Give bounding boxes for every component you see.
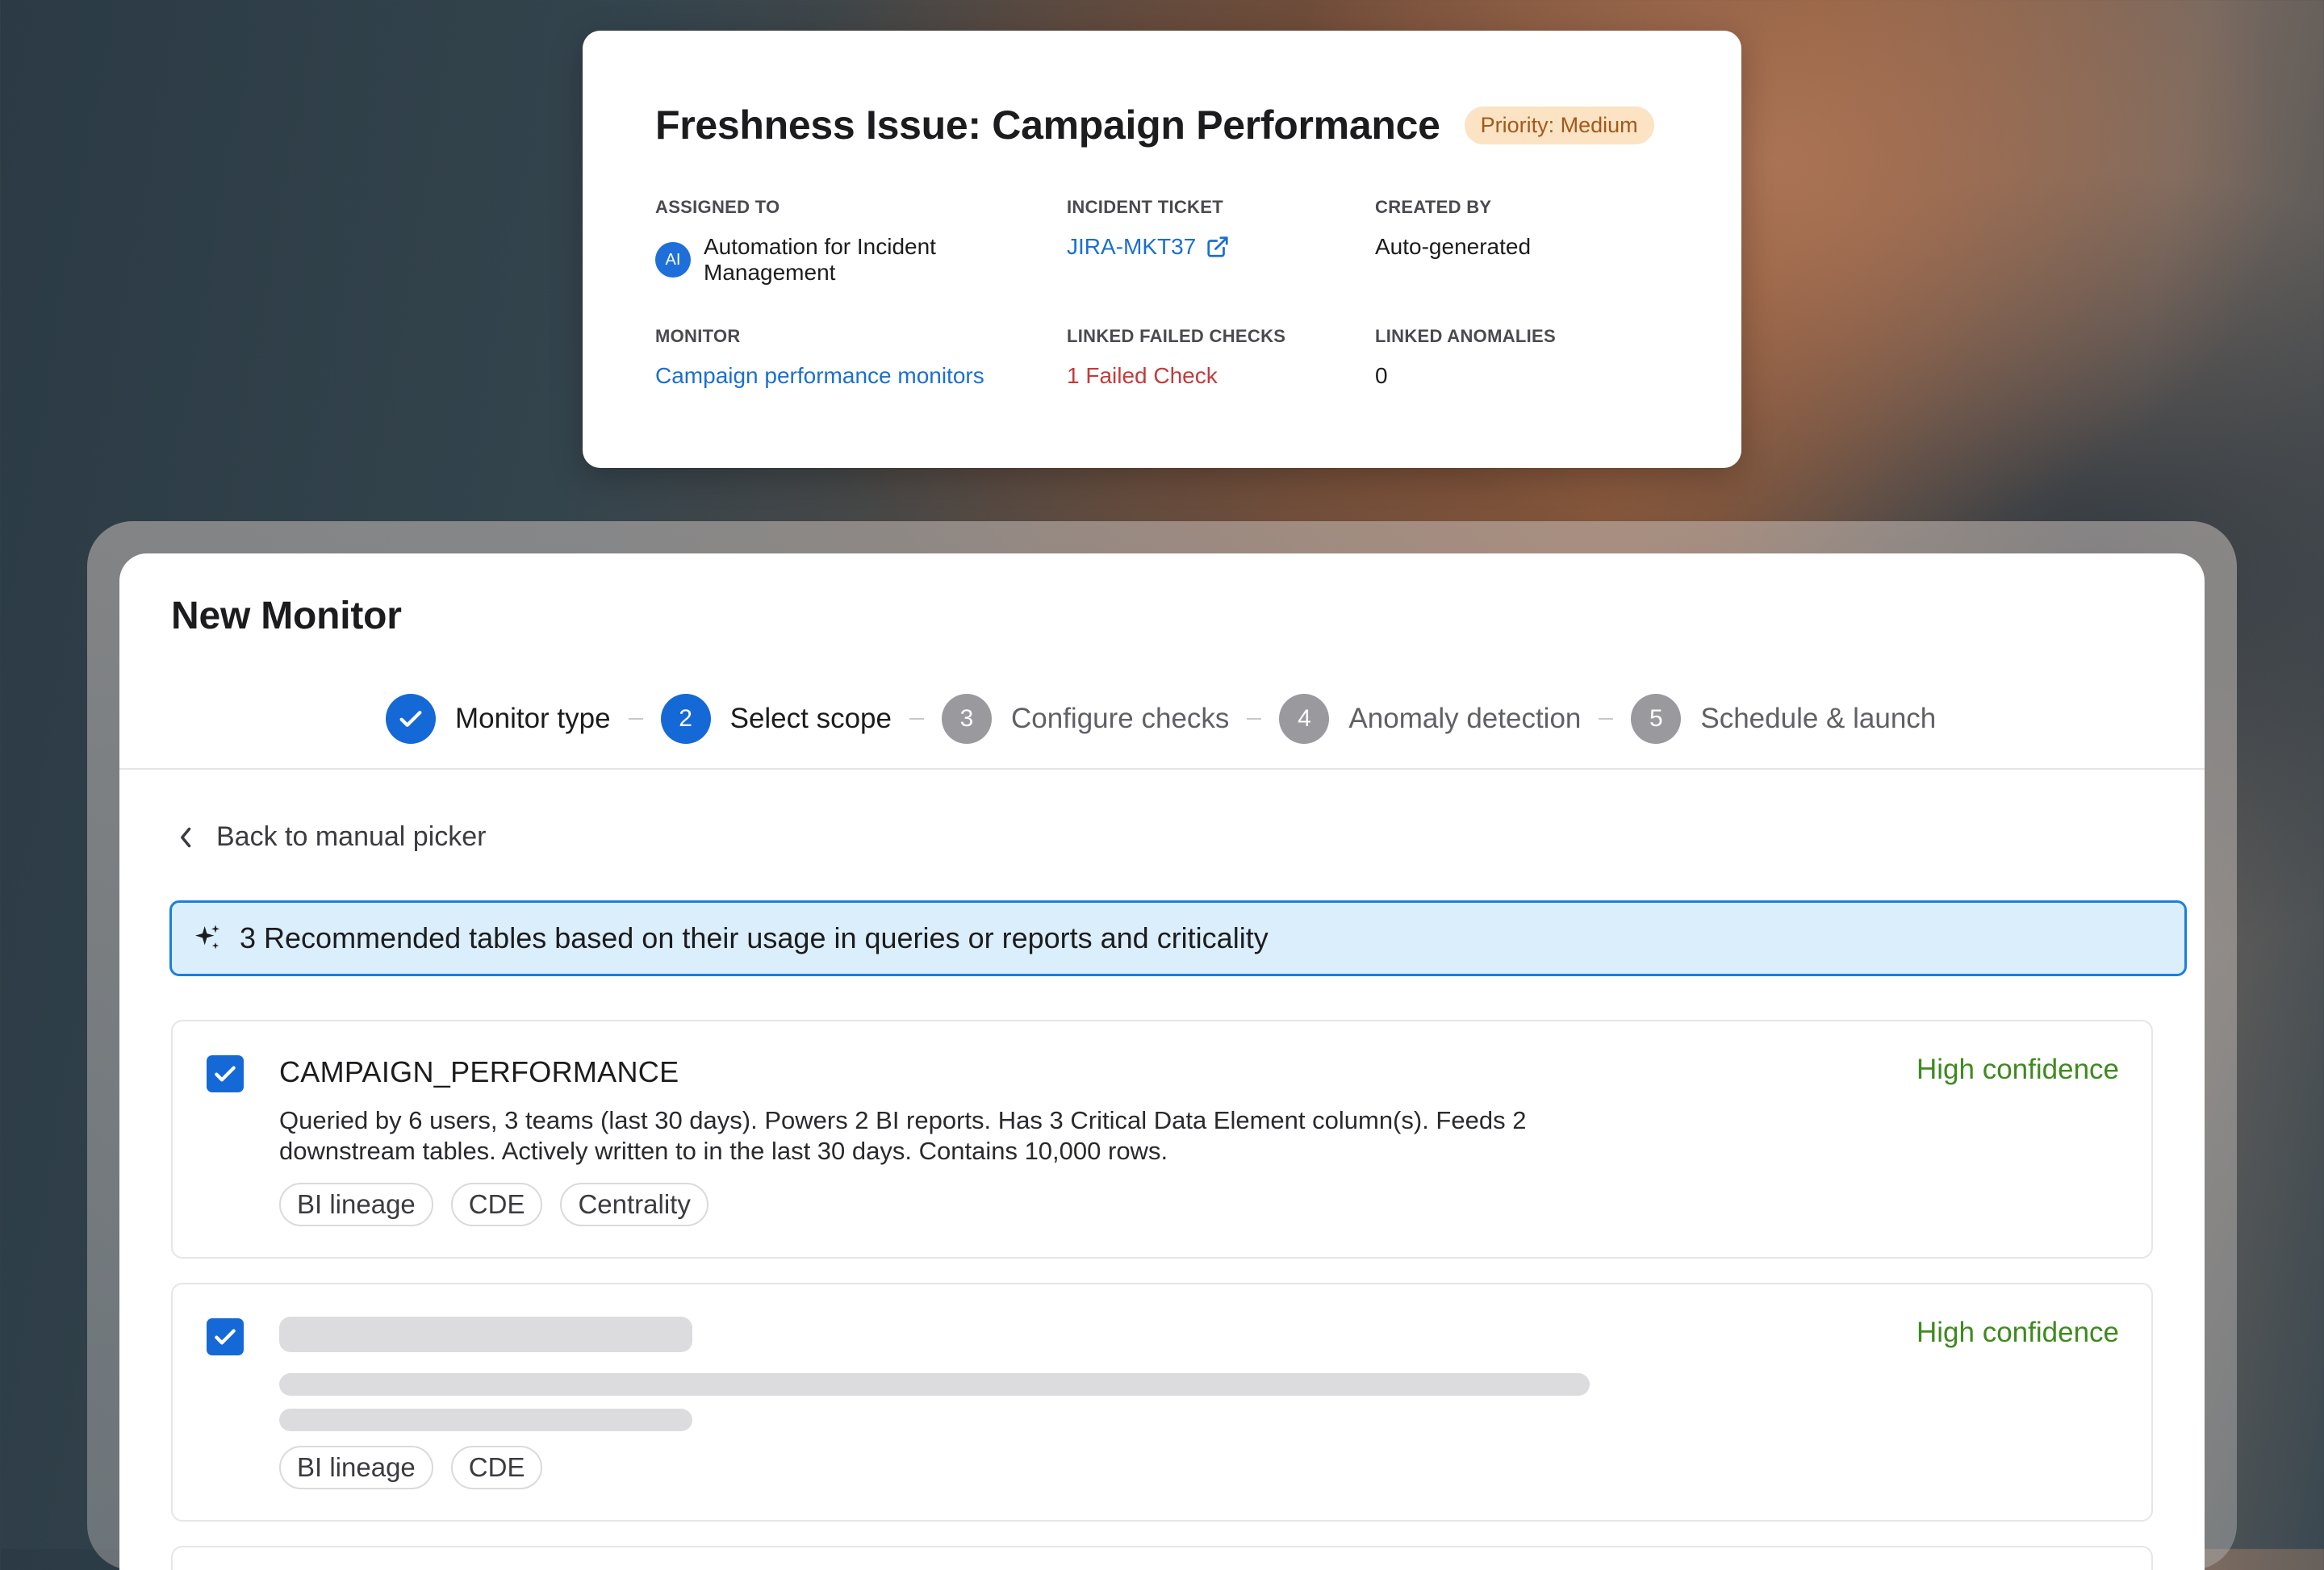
table-row[interactable]: High confidence BI lineage CDE bbox=[171, 1283, 2153, 1522]
skeleton-line bbox=[279, 1409, 692, 1431]
check-icon bbox=[215, 1329, 236, 1345]
monitor-field: MONITOR Campaign performance monitors bbox=[655, 326, 1067, 389]
avatar: AI bbox=[655, 242, 691, 278]
failed-checks-label: LINKED FAILED CHECKS bbox=[1067, 326, 1286, 346]
assignee-name: Automation for Incident Management bbox=[704, 234, 936, 285]
step-select-scope[interactable]: 2 Select scope bbox=[660, 694, 892, 744]
anomalies-value: 0 bbox=[1375, 363, 1388, 388]
step-schedule-launch[interactable]: 5 Schedule & launch bbox=[1631, 694, 1936, 744]
table-row[interactable]: CAMPAIGN_PERFORMANCE High confidence Que… bbox=[171, 1020, 2153, 1259]
page-title: New Monitor bbox=[171, 595, 402, 637]
assigned-to-field: ASSIGNED TO AI Automation for Incident M… bbox=[655, 197, 1067, 286]
step-separator bbox=[628, 718, 643, 720]
step-monitor-type[interactable]: Monitor type bbox=[386, 694, 611, 744]
table-checkbox[interactable] bbox=[207, 1055, 244, 1092]
tag: BI lineage bbox=[279, 1446, 433, 1489]
created-by-label: CREATED BY bbox=[1375, 197, 1492, 217]
incident-meta-grid: ASSIGNED TO AI Automation for Incident M… bbox=[655, 197, 1669, 389]
confidence-label: High confidence bbox=[1916, 1317, 2119, 1348]
step-complete-circle bbox=[386, 694, 436, 744]
incident-ticket-link[interactable]: JIRA-MKT37 bbox=[1067, 234, 1375, 260]
anomalies-field: LINKED ANOMALIES 0 bbox=[1375, 326, 1698, 389]
step-label: Select scope bbox=[729, 703, 892, 734]
anomalies-label: LINKED ANOMALIES bbox=[1375, 326, 1556, 346]
step-separator bbox=[909, 718, 924, 720]
check-icon bbox=[215, 1066, 236, 1082]
monitor-label: MONITOR bbox=[655, 326, 741, 346]
step-number: 2 bbox=[660, 694, 711, 744]
step-separator bbox=[1599, 718, 1614, 720]
check-icon bbox=[399, 711, 422, 727]
chevron-left-icon bbox=[181, 827, 191, 847]
skeleton-title bbox=[279, 1317, 692, 1352]
tag: Centrality bbox=[560, 1183, 708, 1226]
table-row[interactable] bbox=[171, 1546, 2153, 1570]
tag-list: BI lineage CDE bbox=[279, 1446, 543, 1489]
step-anomaly-detection[interactable]: 4 Anomaly detection bbox=[1279, 694, 1581, 744]
failed-checks-field: LINKED FAILED CHECKS 1 Failed Check bbox=[1067, 326, 1375, 389]
table-checkbox[interactable] bbox=[207, 1318, 244, 1355]
monitor-link[interactable]: Campaign performance monitors bbox=[655, 363, 1067, 389]
back-to-manual-picker-link[interactable]: Back to manual picker bbox=[178, 821, 487, 853]
confidence-label: High confidence bbox=[1916, 1054, 2119, 1085]
recommendation-banner: 3 Recommended tables based on their usag… bbox=[169, 900, 2187, 976]
step-label: Monitor type bbox=[455, 703, 611, 734]
incident-ticket-value: JIRA-MKT37 bbox=[1067, 234, 1197, 259]
step-separator bbox=[1247, 718, 1262, 720]
step-label: Anomaly detection bbox=[1348, 703, 1582, 734]
created-by-value: Auto-generated bbox=[1375, 234, 1532, 259]
assigned-to-label: ASSIGNED TO bbox=[655, 197, 780, 217]
step-number: 4 bbox=[1279, 694, 1330, 744]
failed-checks-link[interactable]: 1 Failed Check bbox=[1067, 363, 1375, 389]
recommendation-text: 3 Recommended tables based on their usag… bbox=[240, 921, 1269, 954]
incident-ticket-field: INCIDENT TICKET JIRA-MKT37 bbox=[1067, 197, 1375, 286]
created-by-field: CREATED BY Auto-generated bbox=[1375, 197, 1698, 286]
sparkle-icon bbox=[195, 925, 219, 950]
divider bbox=[119, 768, 2205, 770]
incident-card: Freshness Issue: Campaign Performance Pr… bbox=[583, 31, 1741, 468]
assignee: AI Automation for Incident Management bbox=[655, 234, 1067, 286]
skeleton-line bbox=[279, 1373, 1590, 1396]
tag-list: BI lineage CDE Centrality bbox=[279, 1183, 708, 1226]
step-label: Schedule & launch bbox=[1700, 703, 1937, 734]
back-label: Back to manual picker bbox=[216, 821, 487, 852]
incident-ticket-label: INCIDENT TICKET bbox=[1067, 197, 1223, 217]
incident-title: Freshness Issue: Campaign Performance bbox=[655, 102, 1440, 148]
tag: CDE bbox=[450, 1446, 543, 1489]
tag: BI lineage bbox=[279, 1183, 433, 1226]
priority-badge: Priority: Medium bbox=[1464, 106, 1654, 144]
tag: CDE bbox=[450, 1183, 543, 1226]
external-link-icon bbox=[1206, 235, 1230, 259]
new-monitor-panel: New Monitor Monitor type 2 Select scope … bbox=[119, 553, 2205, 1570]
table-name: CAMPAIGN_PERFORMANCE bbox=[279, 1055, 679, 1088]
step-number: 5 bbox=[1631, 694, 1682, 744]
step-label: Configure checks bbox=[1011, 703, 1230, 734]
table-description: Queried by 6 users, 3 teams (last 30 day… bbox=[279, 1106, 1527, 1165]
stepper: Monitor type 2 Select scope 3 Configure … bbox=[386, 694, 1936, 744]
step-number: 3 bbox=[942, 694, 992, 744]
step-configure-checks[interactable]: 3 Configure checks bbox=[942, 694, 1229, 744]
incident-header: Freshness Issue: Campaign Performance Pr… bbox=[655, 102, 1669, 148]
